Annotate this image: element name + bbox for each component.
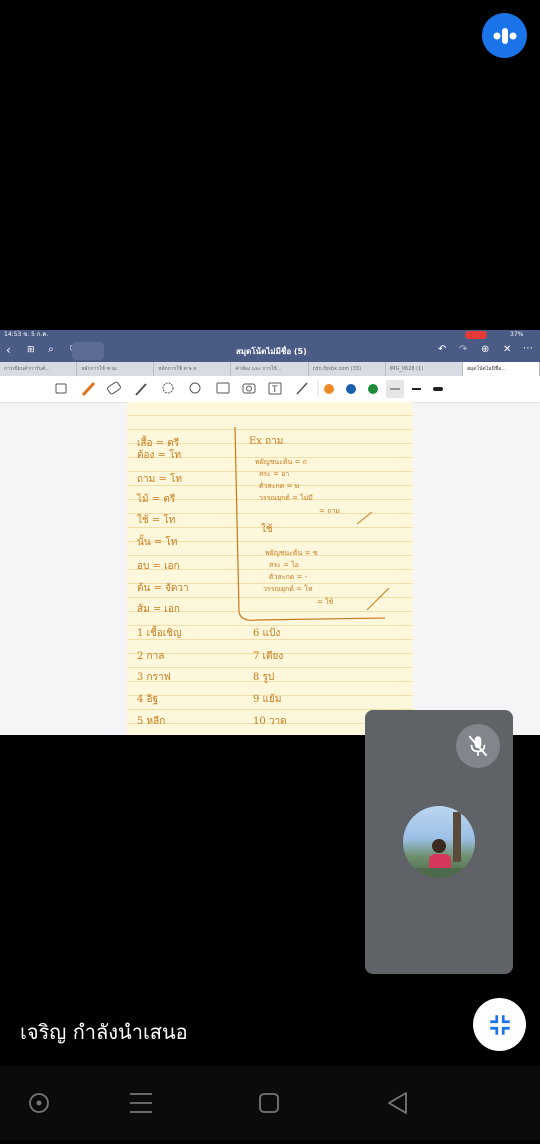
image-icon[interactable]	[216, 382, 230, 394]
document-title[interactable]: สมุดโน้ตไม่มีชื่อ (5)	[236, 345, 307, 358]
microphone-muted-indicator	[456, 724, 500, 768]
tab-4[interactable]: คำพ้อง และ การใช้...	[231, 362, 309, 376]
highlighter-icon[interactable]	[135, 383, 147, 396]
note-line: พยัญชนะต้น = ช	[265, 549, 318, 557]
note-line: ใช้ = โท	[137, 515, 176, 526]
list-item: 5 หลีก	[137, 716, 166, 727]
tab-1[interactable]: การเขียนคำการันต์...	[0, 362, 78, 376]
close-icon[interactable]: ✕	[503, 344, 511, 355]
color-orange-swatch[interactable]	[324, 384, 334, 394]
audio-indicator-button[interactable]	[482, 13, 527, 58]
undo-icon[interactable]: ↶	[438, 344, 446, 355]
back-icon[interactable]: ‹	[6, 343, 11, 357]
magic-wand-icon[interactable]	[296, 382, 308, 395]
note-line: พยัญชนะต้น = ถ	[255, 458, 307, 466]
note-line: อบ = เอก	[137, 561, 180, 572]
document-tabs: การเขียนคำการันต์... หลักการใช้ ฑ ฒ หลัก…	[0, 362, 540, 376]
back-nav-icon[interactable]	[388, 1092, 407, 1114]
ipad-nav-bar: ‹ ⊞ ⌕ ⛉ สมุดโน้ตไม่มีชื่อ (5) ↶ ↷ ⊕ ✕ ⋯	[0, 340, 540, 362]
more-icon[interactable]: ⋯	[523, 343, 533, 354]
note-line: = ถาม	[319, 507, 340, 515]
note-line: ตัวสะกด = ม	[259, 482, 300, 490]
note-line: นั้น = โท	[137, 537, 178, 548]
share-icon[interactable]	[72, 342, 104, 360]
list-item: 7 เตียง	[253, 651, 284, 662]
tab-3[interactable]: หลักการใช้ ศ ษ ส	[154, 362, 232, 376]
participant-avatar	[403, 806, 475, 878]
recording-indicator	[465, 331, 487, 339]
shapes-icon[interactable]	[189, 382, 201, 394]
status-time: 14:53 ข. 5 ก.ค.	[4, 331, 49, 338]
mic-off-icon	[468, 735, 488, 757]
note-line: ถาม = โท	[137, 474, 182, 485]
note-line: = ใช้	[317, 598, 334, 606]
note-line: ต้อง = โท	[137, 450, 182, 461]
list-item: 6 แป้ง	[253, 628, 281, 639]
shared-screen: 14:53 ข. 5 ก.ค. 37% ‹ ⊞ ⌕ ⛉ สมุดโน้ตไม่ม…	[0, 330, 540, 735]
search-icon[interactable]: ⌕	[48, 344, 54, 355]
note-line: ตัวสะกด = -	[269, 573, 307, 581]
list-item: 9 แย้ม	[253, 694, 282, 705]
tab-2[interactable]: หลักการใช้ ฑ ฒ	[77, 362, 155, 376]
exit-fullscreen-button[interactable]	[473, 998, 526, 1051]
note-line: ใช้	[261, 524, 273, 535]
redo-icon[interactable]: ↷	[459, 344, 467, 355]
camera-icon[interactable]	[242, 383, 256, 394]
note-line: วรรณยุกต์ = โท	[263, 585, 313, 593]
note-line: วรรณยุกต์ = ไม่มี	[259, 494, 313, 502]
note-line: Ex ถาม	[249, 436, 284, 447]
handwritten-notes-page: เสื้อ = ตรี ต้อง = โท ถาม = โท ไม้ = ตรี…	[127, 402, 413, 735]
color-green-swatch[interactable]	[368, 384, 378, 394]
home-icon[interactable]	[259, 1093, 279, 1113]
list-item: 4 อิฐ	[137, 694, 159, 705]
note-line: ไม้ = ตรี	[137, 494, 176, 505]
pen-icon[interactable]	[81, 381, 96, 397]
assistant-icon[interactable]	[29, 1093, 49, 1113]
list-item: 10 วาด	[253, 716, 287, 727]
recent-apps-icon[interactable]	[130, 1093, 152, 1113]
note-line: ส้ม = เอก	[137, 604, 180, 615]
drawing-toolbar: T	[0, 376, 540, 403]
system-navigation-bar	[0, 1066, 540, 1140]
list-item: 8 รูป	[253, 672, 275, 683]
tab-5[interactable]: cdn.fbsbx.com (33)	[309, 362, 386, 376]
add-page-icon[interactable]: ⊕	[481, 344, 489, 355]
svg-text:T: T	[271, 385, 278, 395]
grid-icon[interactable]: ⊞	[27, 345, 35, 355]
list-item: 2 กาล	[137, 651, 165, 662]
collapse-icon	[489, 1014, 510, 1035]
text-tool-icon[interactable]: T	[268, 382, 282, 395]
note-line: ต้น = จัตวา	[137, 583, 189, 594]
tab-7[interactable]: สมุดโน้ตไม่มีชื่อ...	[462, 362, 540, 376]
presenter-label: เจริญ กำลังนำเสนอ	[20, 1020, 188, 1044]
tab-6[interactable]: IMG_0628 (1)	[386, 362, 463, 376]
stroke-thick-option[interactable]	[433, 387, 443, 391]
stroke-thin-option[interactable]	[386, 380, 404, 398]
lasso-icon[interactable]	[162, 382, 174, 394]
color-blue-swatch[interactable]	[346, 384, 356, 394]
note-line: สระ = ไอ	[269, 561, 299, 569]
read-mode-icon[interactable]	[55, 383, 67, 394]
note-line: สระ = อา	[259, 470, 290, 478]
eraser-icon[interactable]	[107, 381, 121, 395]
ipad-status-bar: 14:53 ข. 5 ก.ค. 37%	[0, 330, 540, 340]
list-item: 3 กราฟ	[137, 672, 171, 683]
list-item: 1 เชื้อเชิญ	[137, 628, 182, 639]
audio-level-icon	[493, 27, 516, 44]
battery-level: 37%	[510, 331, 524, 338]
